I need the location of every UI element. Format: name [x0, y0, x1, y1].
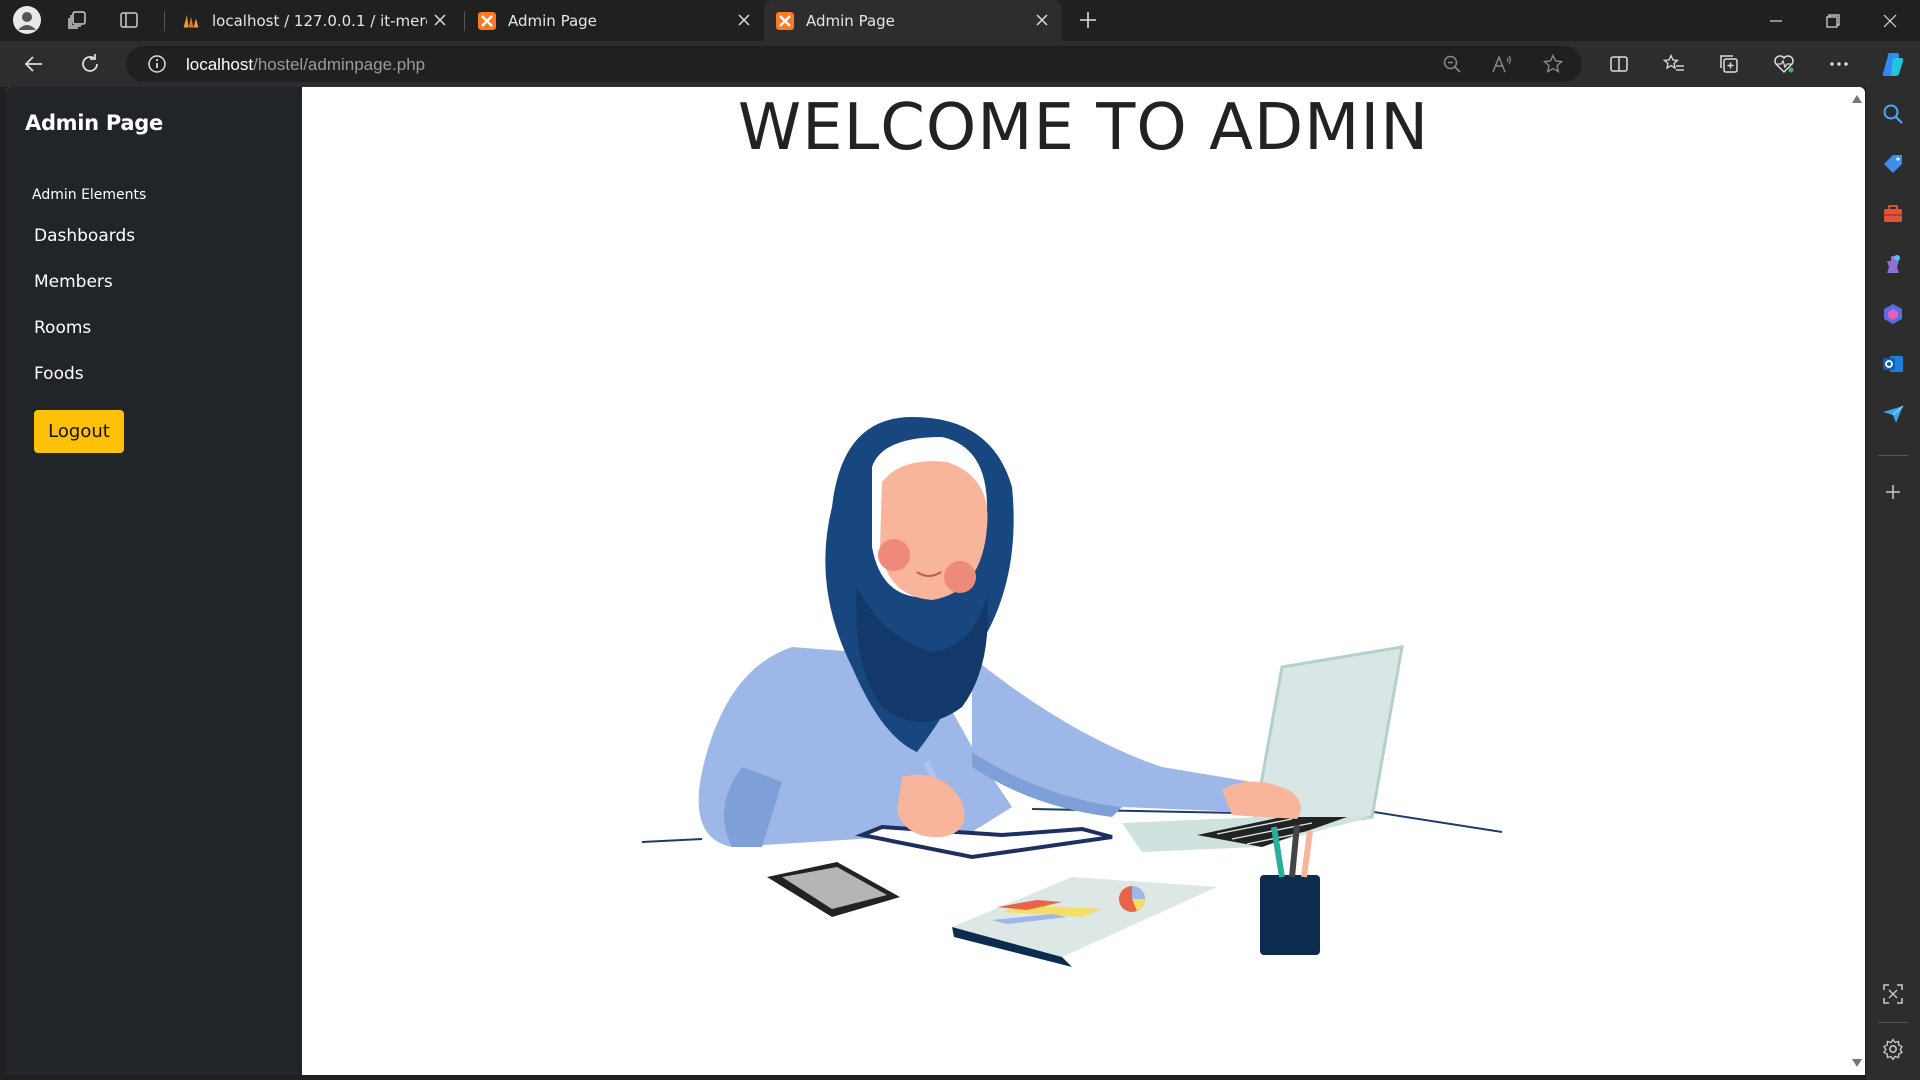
- admin-sidebar: Admin Page Admin Elements Dashboards Mem…: [5, 87, 302, 1075]
- xampp-icon: [776, 11, 794, 30]
- refresh-icon[interactable]: [73, 47, 107, 81]
- tools-icon[interactable]: [1880, 201, 1906, 227]
- close-window-icon[interactable]: [1862, 0, 1918, 41]
- minimize-icon[interactable]: [1748, 0, 1804, 41]
- admin-illustration: [642, 417, 1503, 967]
- tab-title: Admin Page: [806, 11, 895, 30]
- split-screen-icon[interactable]: [1602, 47, 1636, 81]
- copilot-icon[interactable]: [1876, 47, 1910, 81]
- sidebar-item-rooms[interactable]: Rooms: [34, 318, 91, 338]
- main-content: WELCOME TO ADMIN: [302, 87, 1865, 1075]
- screenshot-icon[interactable]: [1880, 981, 1906, 1007]
- brand-title[interactable]: Admin Page: [25, 111, 163, 135]
- sidebar-item-members[interactable]: Members: [34, 272, 113, 292]
- close-tab-icon[interactable]: [1034, 12, 1050, 28]
- new-tab-icon[interactable]: [1072, 6, 1104, 34]
- phpmyadmin-icon: [182, 12, 200, 30]
- scroll-up-arrow-icon[interactable]: [1851, 93, 1863, 105]
- sidebar-item-foods[interactable]: Foods: [34, 364, 84, 384]
- url-path: /hostel/adminpage.php: [253, 55, 426, 74]
- tab-title: localhost / 127.0.0.1 / it-merchan: [212, 11, 427, 30]
- close-tab-icon[interactable]: [432, 12, 448, 28]
- divider: [1878, 455, 1908, 456]
- edge-sidebar: [1866, 87, 1920, 1080]
- add-icon[interactable]: [1880, 479, 1906, 505]
- search-icon[interactable]: [1880, 101, 1906, 127]
- outlook-icon[interactable]: [1880, 351, 1906, 377]
- browser-essentials-icon[interactable]: [1767, 47, 1801, 81]
- tab-bar: localhost / 127.0.0.1 / it-merchan Admin…: [0, 0, 1920, 41]
- section-label: Admin Elements: [32, 187, 147, 203]
- shopping-tag-icon[interactable]: [1880, 151, 1906, 177]
- logout-button[interactable]: Logout: [34, 410, 124, 453]
- collections-icon[interactable]: [1712, 47, 1746, 81]
- more-options-icon[interactable]: [1822, 47, 1856, 81]
- workspaces-icon[interactable]: [61, 6, 93, 34]
- tab-admin-page-1[interactable]: Admin Page: [466, 0, 764, 41]
- back-icon[interactable]: [17, 47, 51, 81]
- tab-phpmyadmin[interactable]: localhost / 127.0.0.1 / it-merchan: [170, 0, 460, 41]
- page-title: WELCOME TO ADMIN: [737, 91, 1430, 165]
- favorites-icon[interactable]: [1657, 47, 1691, 81]
- zoom-out-icon[interactable]: [1439, 51, 1465, 77]
- microsoft-365-icon[interactable]: [1880, 301, 1906, 327]
- favorite-star-icon[interactable]: [1540, 51, 1566, 77]
- games-icon[interactable]: [1880, 251, 1906, 277]
- url-text[interactable]: localhost/hostel/adminpage.php: [186, 55, 425, 75]
- profile-icon[interactable]: [11, 6, 43, 34]
- tab-title: Admin Page: [508, 11, 597, 30]
- settings-gear-icon[interactable]: [1880, 1036, 1906, 1062]
- vertical-tabs-icon[interactable]: [113, 6, 145, 34]
- close-tab-icon[interactable]: [736, 12, 752, 28]
- tab-admin-page-2[interactable]: Admin Page: [764, 0, 1062, 41]
- send-icon[interactable]: [1880, 401, 1906, 427]
- address-toolbar: localhost/hostel/adminpage.php: [0, 41, 1920, 87]
- sidebar-item-dashboards[interactable]: Dashboards: [34, 226, 135, 246]
- address-bar[interactable]: localhost/hostel/adminpage.php: [126, 46, 1582, 82]
- vertical-scrollbar[interactable]: [1849, 87, 1865, 1075]
- scroll-down-arrow-icon[interactable]: [1851, 1057, 1863, 1069]
- url-host: localhost: [186, 55, 254, 74]
- site-info-icon[interactable]: [144, 51, 170, 77]
- xampp-icon: [478, 11, 496, 30]
- web-page: Admin Page Admin Elements Dashboards Mem…: [5, 87, 1865, 1075]
- divider: [1878, 1022, 1908, 1023]
- read-aloud-icon[interactable]: [1489, 51, 1515, 77]
- restore-icon[interactable]: [1805, 0, 1861, 41]
